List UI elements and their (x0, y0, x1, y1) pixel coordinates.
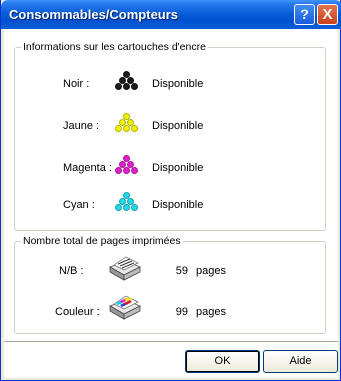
ink-drops-yellow-icon (115, 113, 139, 133)
help-button[interactable]: Aide (263, 350, 338, 373)
pages-group-legend: Nombre total de pages imprimées (21, 235, 183, 247)
bw-pages-label: N/B : (59, 265, 84, 277)
ink-status-cyan: Disponible (152, 199, 204, 211)
button-separator (4, 341, 338, 343)
title-bar[interactable]: Consommables/Compteurs ? X (1, 0, 341, 29)
bw-pages-count: 59 (175, 265, 188, 277)
close-button[interactable]: X (317, 4, 338, 25)
ink-label-yellow: Jaune : (63, 120, 100, 132)
ink-label-cyan: Cyan : (63, 199, 95, 211)
ink-status-black: Disponible (152, 78, 204, 90)
color-pages-unit: pages (196, 306, 226, 318)
ink-drops-black-icon (115, 71, 139, 91)
ok-button[interactable]: OK (185, 350, 260, 373)
color-pages-label: Couleur : (55, 306, 100, 318)
help-title-button[interactable]: ? (294, 4, 315, 25)
color-paper-stack-icon (109, 295, 141, 320)
ink-group-legend: Informations sur les cartouches d'encre (21, 41, 208, 53)
ink-drops-magenta-icon (115, 155, 139, 175)
ink-drops-cyan-icon (115, 192, 139, 212)
color-pages-count: 99 (175, 306, 188, 318)
window-title: Consommables/Compteurs (9, 7, 179, 22)
ink-label-magenta: Magenta : (63, 162, 112, 174)
pages-count-group: Nombre total de pages imprimées (14, 235, 326, 334)
dialog-window: Consommables/Compteurs ? X Informations … (0, 0, 341, 381)
ink-label-black: Noir : (63, 78, 90, 90)
bw-paper-stack-icon (109, 256, 141, 281)
dialog-body: Informations sur les cartouches d'encre … (4, 29, 338, 378)
bw-pages-unit: pages (196, 265, 226, 277)
ink-status-yellow: Disponible (152, 120, 204, 132)
ink-status-magenta: Disponible (152, 162, 204, 174)
